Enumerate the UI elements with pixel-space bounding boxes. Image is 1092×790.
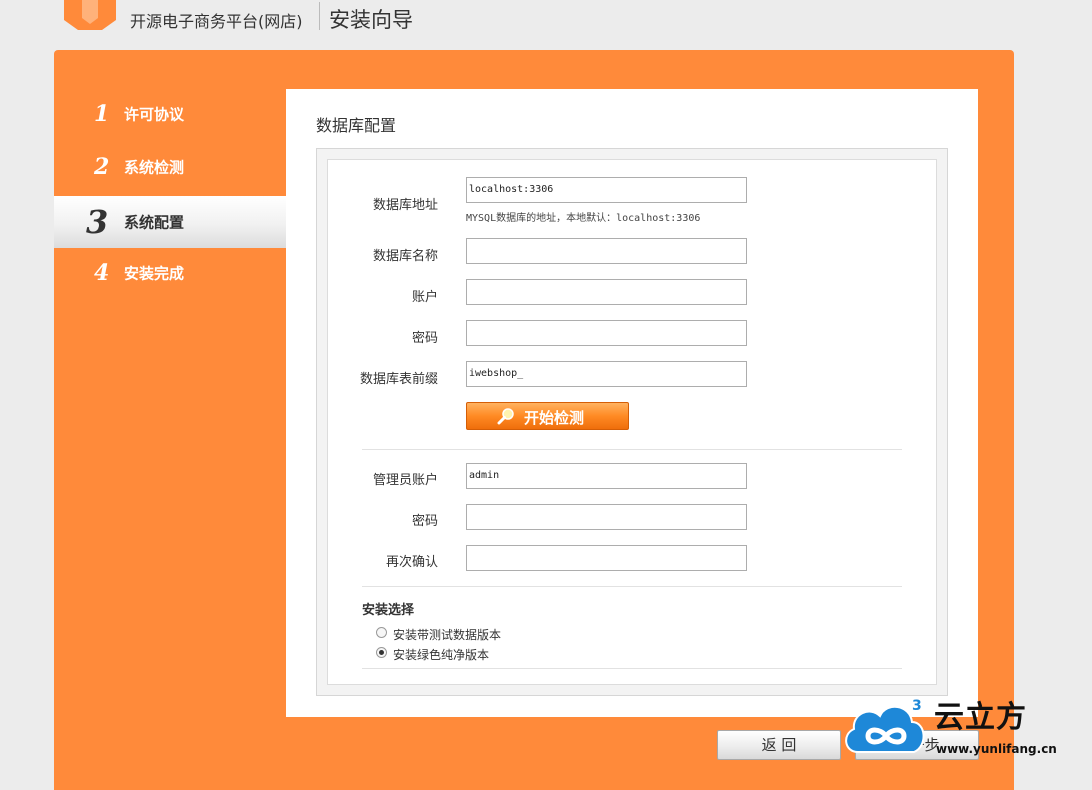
- header: 开源电子商务平台(网店) 安装向导: [0, 0, 1092, 50]
- db-prefix-input[interactable]: iwebshop_: [466, 361, 747, 387]
- step-system-config[interactable]: 3 系统配置: [54, 196, 286, 248]
- admin-password-label: 密码: [411, 514, 438, 529]
- logo-icon: [64, 0, 116, 30]
- admin-user-label: 管理员账户: [372, 473, 438, 488]
- brand-name: 开源电子商务平台(网店): [130, 12, 303, 31]
- step-label: 许可协议: [124, 105, 185, 124]
- page-title: 安装向导: [329, 8, 413, 32]
- section-divider: [362, 449, 902, 450]
- step-label: 系统检测: [124, 158, 185, 177]
- db-name-label: 数据库名称: [372, 249, 438, 264]
- admin-user-input[interactable]: admin: [466, 463, 747, 489]
- section-divider: [362, 586, 902, 587]
- db-host-input[interactable]: localhost:3306: [466, 177, 747, 203]
- step-number: 3: [86, 203, 109, 241]
- start-check-label: 开始检测: [524, 409, 585, 427]
- watermark-badge: 3: [912, 698, 922, 714]
- watermark-text: 云立方: [934, 700, 1027, 735]
- db-user-label: 账户: [411, 290, 438, 305]
- admin-confirm-label: 再次确认: [385, 555, 438, 570]
- step-license[interactable]: 1 许可协议: [54, 88, 286, 140]
- radio-button-checked[interactable]: [376, 647, 387, 658]
- section-divider: [362, 668, 902, 669]
- form-box: 数据库地址 localhost:3306 MYSQL数据库的地址，本地默认：lo…: [327, 159, 937, 685]
- config-panel: 数据库配置 数据库地址 localhost:3306 MYSQL数据库的地址，本…: [286, 89, 978, 717]
- watermark-url: www.yunlifang.cn: [936, 742, 1057, 756]
- step-number: 4: [94, 260, 110, 286]
- step-number: 1: [94, 101, 110, 127]
- magnifier-icon: [497, 408, 514, 425]
- install-option-label: 安装带测试数据版本: [393, 628, 502, 642]
- header-divider: [319, 2, 320, 30]
- db-password-input[interactable]: [466, 320, 747, 346]
- back-button[interactable]: 返 回: [717, 730, 841, 760]
- panel-title: 数据库配置: [316, 116, 397, 135]
- step-label: 安装完成: [124, 264, 185, 283]
- watermark: 3 云立方 www.yunlifang.cn: [840, 692, 1092, 768]
- db-password-label: 密码: [411, 331, 438, 346]
- db-prefix-label: 数据库表前缀: [359, 372, 438, 387]
- step-system-check[interactable]: 2 系统检测: [54, 141, 286, 193]
- step-install-complete[interactable]: 4 安装完成: [54, 247, 286, 299]
- cloud-logo-icon: 3: [845, 698, 925, 753]
- step-label: 系统配置: [124, 213, 185, 232]
- step-number: 2: [94, 154, 110, 180]
- form-container: 数据库地址 localhost:3306 MYSQL数据库的地址，本地默认：lo…: [316, 148, 948, 696]
- db-host-hint: MYSQL数据库的地址，本地默认：localhost:3306: [466, 213, 701, 224]
- start-check-button[interactable]: 开始检测: [466, 402, 629, 430]
- install-option-title: 安装选择: [362, 603, 415, 618]
- admin-confirm-input[interactable]: [466, 545, 747, 571]
- radio-button[interactable]: [376, 627, 387, 638]
- admin-password-input[interactable]: [466, 504, 747, 530]
- db-host-label: 数据库地址: [372, 198, 438, 213]
- db-user-input[interactable]: [466, 279, 747, 305]
- install-option-label: 安装绿色纯净版本: [393, 648, 490, 662]
- db-name-input[interactable]: [466, 238, 747, 264]
